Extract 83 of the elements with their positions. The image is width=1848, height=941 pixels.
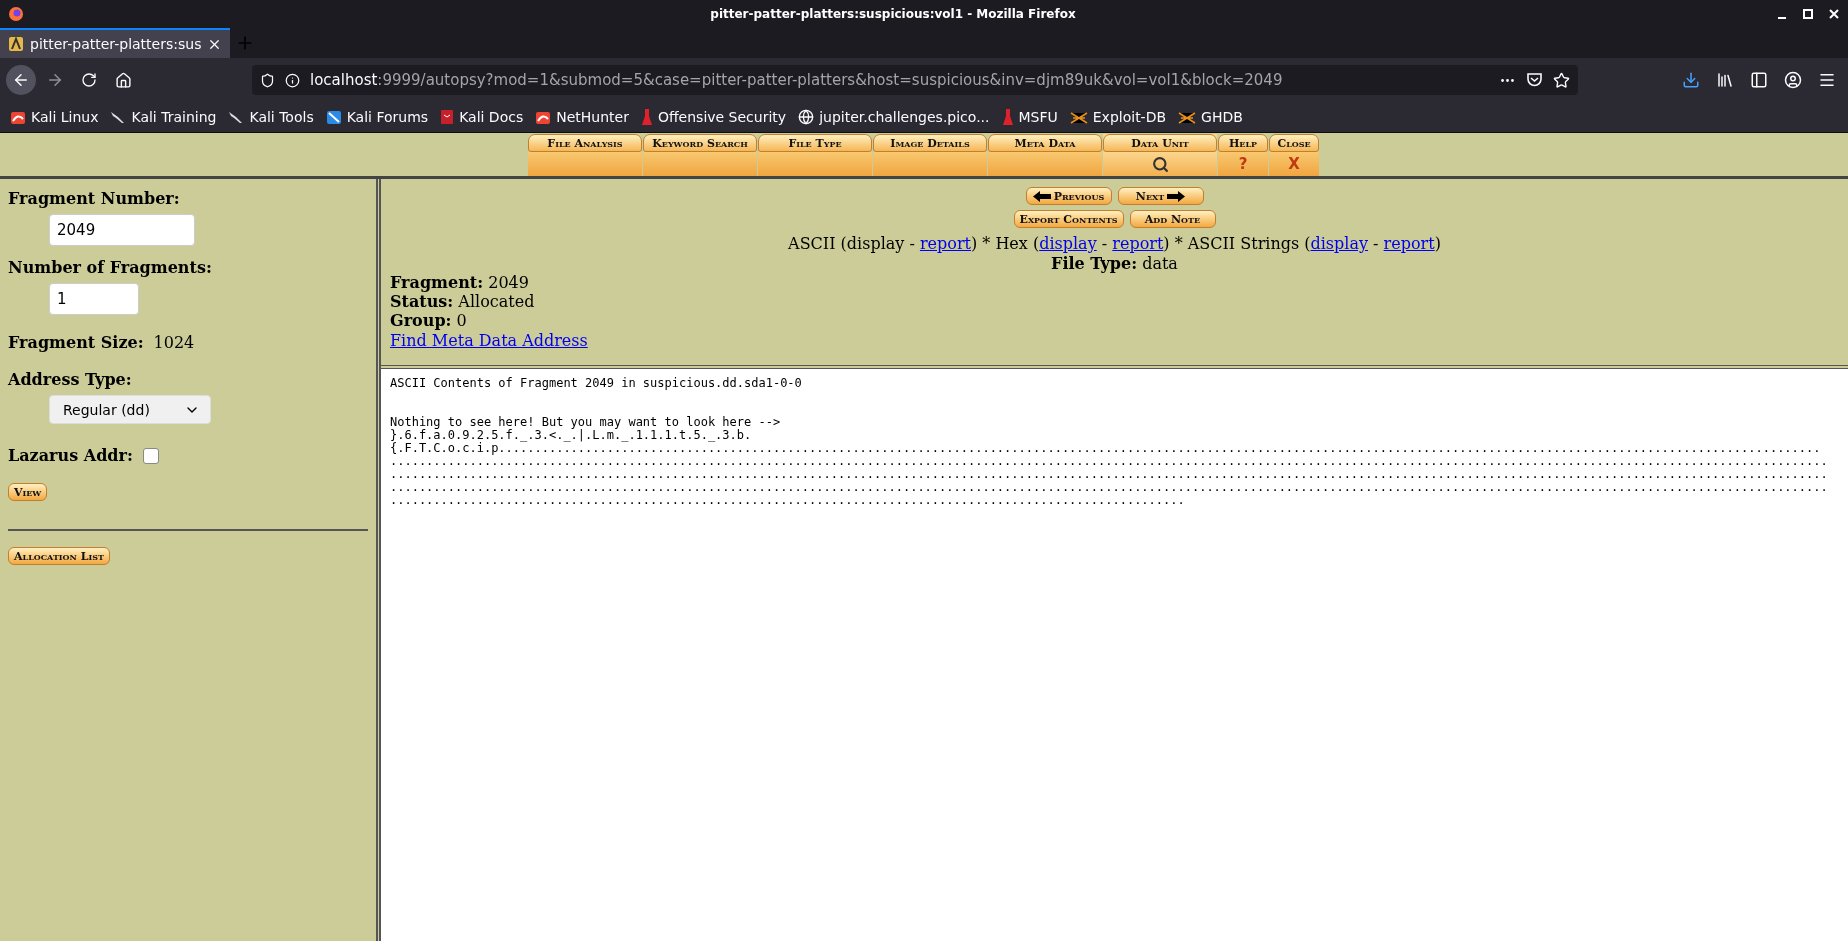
shield-icon — [260, 72, 275, 88]
contents-line: ....................................................................................................................................................................................................... — [390, 468, 1829, 481]
display-link[interactable]: display — [1310, 234, 1368, 253]
browser-tab[interactable]: pitter-patter-platters:sus — [0, 28, 230, 58]
contents-line: .............................................................................................................. — [390, 494, 1186, 507]
flask-icon — [640, 108, 653, 126]
forward-icon[interactable] — [46, 71, 64, 89]
previous-button[interactable]: Previous — [1025, 187, 1112, 205]
report-link[interactable]: report — [919, 234, 971, 253]
address-bar[interactable]: localhost:9999/autopsy?mod=1&submod=5&case=pitter-patter-platters&host=suspicious&inv=djm89uk&vol=vol1&block=2049 — [252, 65, 1578, 95]
file-type-label: File Type: — [1051, 254, 1138, 273]
maximize-icon[interactable] — [1802, 8, 1814, 20]
bookmark[interactable]: GHDB — [1178, 109, 1243, 125]
menu-icon[interactable] — [1818, 71, 1836, 89]
info-label: Group: — [390, 311, 452, 330]
next-button[interactable]: Next — [1117, 187, 1204, 205]
bookmark[interactable]: Kali Linux — [10, 109, 99, 125]
contents-line: {.F.T.C.o.c.i.p....................................................................................................................................................................................... — [390, 442, 1822, 455]
bookmark[interactable]: Offensive Security — [640, 108, 787, 126]
find-meta-data-link[interactable]: Find Meta Data Address — [390, 331, 588, 350]
pocket-icon[interactable] — [1526, 72, 1543, 88]
magnifier-icon — [1151, 155, 1169, 173]
swirl-icon — [535, 109, 552, 125]
allocation-list-button[interactable]: Allocation List — [8, 547, 110, 565]
info-value: Allocated — [458, 292, 535, 311]
field-label: Address Type: — [8, 370, 133, 389]
export-contents-button[interactable]: Export Contents — [1013, 210, 1124, 228]
field-label: Lazarus Addr: — [8, 446, 133, 465]
contents-line: ....................................................................................................................................................................................................... — [390, 481, 1829, 494]
field-label: Fragment Number: — [8, 189, 181, 208]
display-link[interactable]: display — [1039, 234, 1097, 253]
download-icon[interactable] — [1682, 71, 1700, 89]
info-label: Fragment: — [390, 273, 484, 292]
info-icon — [285, 72, 300, 88]
info-label: Status: — [390, 292, 454, 311]
left-arrow-icon — [1032, 190, 1051, 202]
tab-title: pitter-patter-platters:sus — [30, 36, 201, 52]
contents-heading: ASCII Contents of Fragment 2049 in suspicious.dd.sda1-0-0 — [390, 377, 803, 390]
globe-icon — [798, 109, 815, 125]
address-type-select[interactable]: Regular (dd) — [49, 395, 211, 424]
fragment-size-value: 1024 — [153, 333, 195, 352]
add-note-button[interactable]: Add Note — [1129, 210, 1216, 228]
sidebar-icon[interactable] — [1750, 71, 1768, 89]
toolbar-tab[interactable]: Data Unit — [1103, 134, 1217, 176]
field-label: Number of Fragments: — [8, 258, 213, 277]
reload-icon[interactable] — [81, 72, 97, 88]
bookmark[interactable]: Kali Training — [110, 109, 217, 125]
url-text: localhost:9999/autopsy?mod=1&submod=5&case=pitter-patter-platters&host=suspicious&inv=djm89uk&vol=vol1&block=2049 — [310, 71, 1284, 89]
bookmark[interactable]: Kali Tools — [228, 109, 314, 125]
bookmark[interactable]: NetHunter — [535, 109, 629, 125]
fragment-number-field[interactable]: 2049 — [49, 214, 195, 246]
document-icon — [440, 109, 455, 125]
account-icon[interactable] — [1784, 71, 1802, 89]
back-button[interactable] — [6, 65, 36, 95]
info-value: 0 — [456, 311, 467, 330]
view-options-text: ASCII (display - report) * Hex (display - report) * ASCII Strings (display - report) — [788, 234, 1441, 253]
window-title: pitter-patter-platters:suspicious:vol1 - Mozilla Firefox — [709, 7, 1077, 21]
bookmark[interactable]: MSFU — [1001, 108, 1058, 126]
tab-favicon-icon — [8, 36, 24, 52]
view-button[interactable]: View — [8, 483, 48, 501]
file-type-value: data — [1142, 254, 1178, 273]
bookmark[interactable]: Exploit-DB — [1069, 109, 1167, 125]
bookmark[interactable]: Kali Docs — [440, 109, 524, 125]
field-label: Fragment Size: — [8, 333, 144, 352]
library-icon[interactable] — [1716, 71, 1734, 89]
report-link[interactable]: report — [1383, 234, 1435, 253]
contents-line: }.6.f.a.0.9.2.5.f._.3.<._.|.L.m._.1.1.1.t.5._.3.b. — [390, 429, 752, 442]
swirl-icon — [10, 109, 26, 125]
fragment-count-field[interactable]: 1 — [49, 283, 139, 315]
firefox-icon — [8, 6, 24, 22]
bookmark[interactable]: jupiter.challenges.pico... — [798, 109, 990, 125]
forum-icon — [325, 109, 342, 125]
info-value: 2049 — [488, 273, 529, 292]
contents-line: ....................................................................................................................................................................................................... — [390, 455, 1829, 468]
right-arrow-icon — [1167, 190, 1186, 202]
report-link[interactable]: report — [1112, 234, 1164, 253]
bookmark[interactable]: Kali Forums — [325, 109, 429, 125]
home-icon[interactable] — [114, 71, 132, 89]
star-icon[interactable] — [1553, 71, 1570, 89]
flask-icon — [1001, 108, 1014, 126]
lazarus-checkbox[interactable] — [142, 447, 159, 464]
contents-line: Nothing to see here! But you may want to look here --> — [390, 416, 782, 429]
close-icon[interactable] — [1828, 8, 1840, 20]
